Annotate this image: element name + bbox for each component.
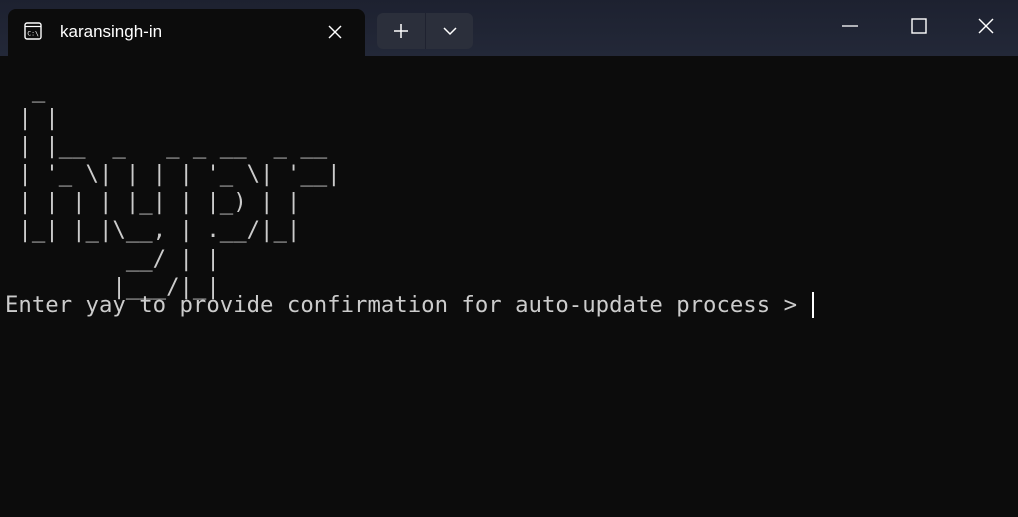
minimize-icon xyxy=(842,25,858,27)
prompt-text: Enter yay to provide confirmation for au… xyxy=(5,292,811,318)
ascii-art-banner: _ | | | |__ _ _ _ __ _ __ | '_ \| | | | … xyxy=(18,77,341,300)
close-icon xyxy=(978,18,994,34)
title-bar: C:\ karansingh-in xyxy=(0,0,1018,56)
tab-close-button[interactable] xyxy=(324,21,346,43)
window-close-button[interactable] xyxy=(954,0,1018,52)
maximize-button[interactable] xyxy=(885,0,953,52)
tab-dropdown-button[interactable] xyxy=(426,13,473,49)
tab-actions xyxy=(377,13,473,49)
text-cursor xyxy=(812,292,815,318)
terminal-window: C:\ karansingh-in _ | | | |__ _ _ _ __ _… xyxy=(0,0,1018,517)
plus-icon xyxy=(394,24,408,38)
new-tab-button[interactable] xyxy=(377,13,425,49)
close-icon xyxy=(328,25,342,39)
minimize-button[interactable] xyxy=(816,0,884,52)
maximize-icon xyxy=(911,18,927,34)
svg-text:C:\: C:\ xyxy=(27,30,39,38)
prompt-line[interactable]: Enter yay to provide confirmation for au… xyxy=(5,291,815,319)
tab-karansingh-in[interactable]: C:\ karansingh-in xyxy=(8,9,365,56)
tab-title: karansingh-in xyxy=(60,22,163,41)
terminal-prompt-icon: C:\ xyxy=(24,22,42,40)
chevron-down-icon xyxy=(442,27,457,36)
terminal-output[interactable]: _ | | | |__ _ _ _ __ _ __ | '_ \| | | | … xyxy=(0,56,1018,517)
